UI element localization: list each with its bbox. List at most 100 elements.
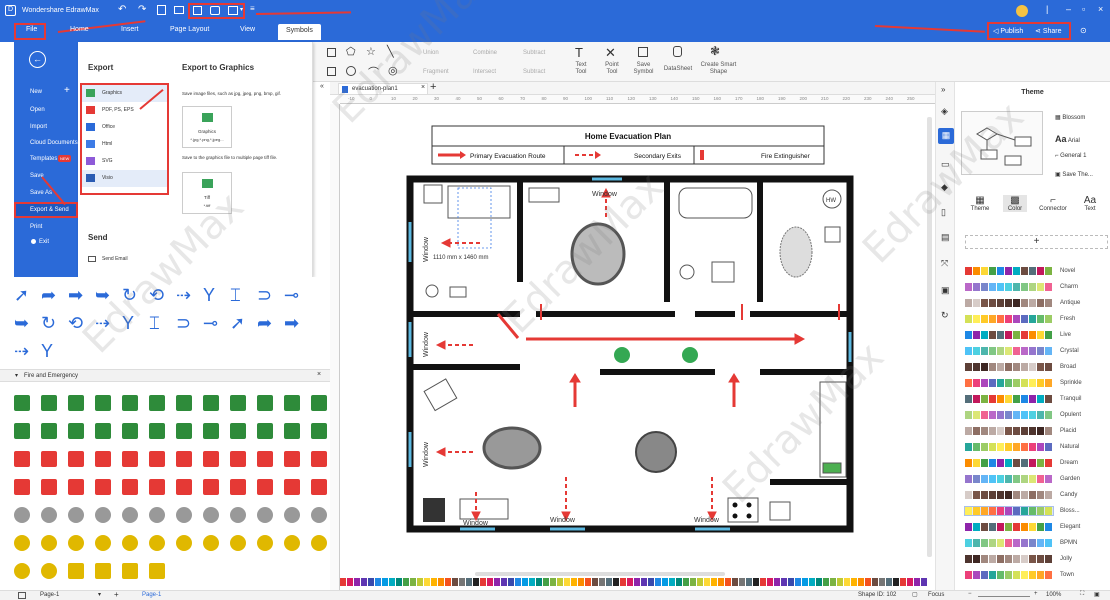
point-tool-button[interactable]: Point Tool [601, 62, 623, 76]
fire-emergency-symbol-icon[interactable] [149, 451, 165, 467]
palette-color-swatch[interactable] [893, 578, 899, 586]
arrow-symbol-icon[interactable]: Y [122, 313, 134, 334]
library-category-header[interactable]: ▾ Fire and Emergency × [0, 369, 330, 382]
close-category-icon[interactable]: × [317, 371, 321, 378]
palette-color-swatch[interactable] [865, 578, 871, 586]
send-email-button[interactable]: Send Email [102, 256, 128, 262]
palette-color-swatch[interactable] [746, 578, 752, 586]
palette-color-swatch[interactable] [585, 578, 591, 586]
theme-name-label[interactable]: BPMN [1060, 540, 1077, 546]
palette-color-swatch[interactable] [676, 578, 682, 586]
maximize-icon[interactable]: ▫ [1082, 4, 1085, 14]
theme-name-label[interactable]: Garden [1060, 476, 1080, 482]
file-item-save-as[interactable]: Save As [30, 190, 52, 196]
format-pdf[interactable]: PDF, PS, EPS [82, 102, 167, 119]
format-graphics[interactable]: Graphics [82, 85, 167, 102]
palette-color-swatch[interactable] [809, 578, 815, 586]
palette-color-swatch[interactable] [788, 578, 794, 586]
tab-page-layout[interactable]: Page Layout [170, 26, 209, 33]
fire-emergency-symbol-icon[interactable] [176, 535, 192, 551]
fire-emergency-symbol-icon[interactable] [95, 423, 111, 439]
arrow-symbol-icon[interactable]: ⊃ [176, 313, 191, 334]
format-visio[interactable]: Visio [82, 170, 167, 187]
fire-emergency-symbol-icon[interactable] [257, 395, 273, 411]
fire-emergency-symbol-icon[interactable] [203, 535, 219, 551]
file-item-print[interactable]: Print [30, 224, 42, 230]
arrow-symbol-icon[interactable]: ➚ [14, 285, 29, 306]
fire-emergency-symbol-icon[interactable] [149, 395, 165, 411]
fire-emergency-symbol-icon[interactable] [41, 451, 57, 467]
tab-home[interactable]: Home [70, 26, 89, 33]
text-tool-button[interactable]: Text Tool [571, 62, 591, 76]
palette-color-swatch[interactable] [641, 578, 647, 586]
palette-color-swatch[interactable] [613, 578, 619, 586]
palette-color-swatch[interactable] [837, 578, 843, 586]
arrow-symbol-icon[interactable]: ⇢ [176, 285, 191, 306]
star-tool-icon[interactable]: ☆ [366, 45, 376, 58]
theme-tab-theme[interactable]: ▦ Theme [969, 195, 991, 212]
palette-color-swatch[interactable] [718, 578, 724, 586]
theme-name-label[interactable]: Broad [1060, 364, 1076, 370]
theme-swatch-row[interactable] [965, 347, 1053, 355]
fire-emergency-symbol-icon[interactable] [311, 507, 327, 523]
fire-emergency-symbol-icon[interactable] [311, 451, 327, 467]
fire-emergency-symbol-icon[interactable] [311, 423, 327, 439]
fit-icon[interactable]: ⤧ [941, 258, 948, 269]
fit-page-icon[interactable]: ⛶ [1080, 591, 1084, 598]
fire-emergency-symbol-icon[interactable] [203, 395, 219, 411]
format-html[interactable]: Html [82, 136, 167, 153]
fire-emergency-symbol-icon[interactable] [284, 479, 300, 495]
palette-color-swatch[interactable] [445, 578, 451, 586]
theme-swatch-row[interactable] [965, 395, 1053, 403]
fire-emergency-symbol-icon[interactable] [95, 395, 111, 411]
line-tool-icon[interactable]: ╲ [387, 45, 394, 58]
image-icon[interactable]: ▭ [941, 159, 950, 170]
palette-color-swatch[interactable] [543, 578, 549, 586]
fire-emergency-symbol-icon[interactable] [257, 479, 273, 495]
palette-color-swatch[interactable] [382, 578, 388, 586]
palette-color-swatch[interactable] [592, 578, 598, 586]
page-layout-icon[interactable] [18, 592, 26, 599]
theme-name-label[interactable]: Live [1060, 332, 1071, 338]
fire-emergency-symbol-icon[interactable] [149, 535, 165, 551]
arrow-symbol-icon[interactable]: ⊸ [284, 285, 299, 306]
palette-color-swatch[interactable] [662, 578, 668, 586]
palette-color-swatch[interactable] [760, 578, 766, 586]
arrow-symbol-icon[interactable]: ⟲ [68, 313, 83, 334]
fire-emergency-symbol-icon[interactable] [176, 423, 192, 439]
fire-emergency-symbol-icon[interactable] [14, 563, 30, 579]
zoom-level[interactable]: 100% [1046, 592, 1061, 598]
palette-color-swatch[interactable] [522, 578, 528, 586]
arrow-symbol-icon[interactable]: ➚ [230, 313, 245, 334]
redo-icon[interactable]: ↷ [138, 4, 146, 15]
theme-swatch-row[interactable] [965, 299, 1053, 307]
fire-emergency-symbol-icon[interactable] [203, 479, 219, 495]
fire-emergency-symbol-icon[interactable] [149, 479, 165, 495]
fire-emergency-symbol-icon[interactable] [41, 563, 57, 579]
arrow-symbol-icon[interactable]: ⌶ [230, 285, 241, 306]
arc-tool-icon[interactable]: ⌒ [368, 64, 379, 80]
fire-emergency-symbol-icon[interactable] [14, 507, 30, 523]
theme-swatch-row[interactable] [965, 571, 1053, 579]
palette-color-swatch[interactable] [438, 578, 444, 586]
theme-swatch-row[interactable] [965, 379, 1053, 387]
arrow-symbol-icon[interactable]: ⊸ [203, 313, 218, 334]
palette-color-swatch[interactable] [739, 578, 745, 586]
theme-name-label[interactable]: Jolly [1060, 556, 1072, 562]
palette-color-swatch[interactable] [914, 578, 920, 586]
fill-icon[interactable]: ◈ [941, 106, 948, 117]
tab-symbols[interactable]: Symbols [278, 24, 321, 40]
zoom-out-icon[interactable]: − [968, 591, 972, 597]
intersect-button[interactable]: Intersect [473, 69, 496, 76]
page-icon[interactable]: ▯ [941, 207, 946, 218]
palette-color-swatch[interactable] [431, 578, 437, 586]
theme-tab-connector[interactable]: ⌐ Connector [1037, 195, 1069, 212]
fire-emergency-symbol-icon[interactable] [122, 535, 138, 551]
tiff-export-button[interactable]: Tiff *.tiff [182, 172, 232, 214]
theme-swatch-row[interactable] [965, 555, 1053, 563]
palette-color-swatch[interactable] [655, 578, 661, 586]
palette-color-swatch[interactable] [844, 578, 850, 586]
square-tool-icon[interactable] [327, 67, 336, 76]
palette-color-swatch[interactable] [424, 578, 430, 586]
fragment-button[interactable]: Fragment [423, 69, 449, 76]
